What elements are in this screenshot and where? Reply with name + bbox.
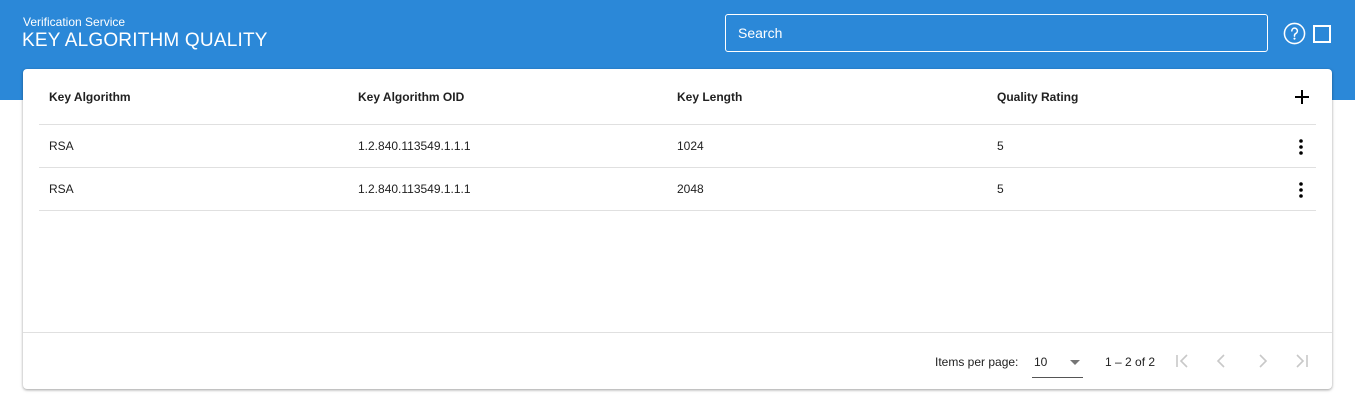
paginator: Items per page: 10 1 – 2 of 2 [23,332,1332,389]
cell-key-algorithm: RSA [49,139,74,153]
column-header-key-algorithm[interactable]: Key Algorithm [49,90,131,104]
more-vert-icon[interactable] [1291,137,1311,157]
previous-page-icon[interactable] [1213,352,1231,370]
cell-key-algorithm-oid: 1.2.840.113549.1.1.1 [358,139,471,153]
cell-quality-rating: 5 [997,182,1004,196]
plus-icon[interactable] [1292,87,1312,107]
table-row[interactable]: RSA 1.2.840.113549.1.1.1 2048 5 [39,168,1316,211]
page-title: KEY ALGORITHM QUALITY [22,30,268,51]
first-page-icon[interactable] [1173,352,1191,370]
items-per-page-select[interactable]: 10 [1032,347,1083,378]
table-header-row: Key Algorithm Key Algorithm OID Key Leng… [39,69,1316,125]
square-icon[interactable] [1313,25,1331,43]
cell-key-length: 2048 [677,182,704,196]
table-row[interactable]: RSA 1.2.840.113549.1.1.1 1024 5 [39,125,1316,168]
help-icon[interactable] [1283,22,1306,45]
column-header-key-algorithm-oid[interactable]: Key Algorithm OID [358,90,464,104]
items-per-page-value: 10 [1034,355,1048,369]
items-per-page-label: Items per page: [935,355,1019,369]
data-table-card: Key Algorithm Key Algorithm OID Key Leng… [23,69,1332,389]
more-vert-icon[interactable] [1291,180,1311,200]
last-page-icon[interactable] [1293,352,1311,370]
next-page-icon[interactable] [1253,352,1271,370]
search-input[interactable] [725,14,1268,52]
column-header-quality-rating[interactable]: Quality Rating [997,90,1078,104]
cell-key-length: 1024 [677,139,704,153]
cell-quality-rating: 5 [997,139,1004,153]
cell-key-algorithm-oid: 1.2.840.113549.1.1.1 [358,182,471,196]
page-range-label: 1 – 2 of 2 [1105,355,1156,369]
column-header-key-length[interactable]: Key Length [677,90,742,104]
dropdown-arrow-icon [1070,360,1080,365]
service-name: Verification Service [23,15,126,29]
cell-key-algorithm: RSA [49,182,74,196]
data-table: Key Algorithm Key Algorithm OID Key Leng… [39,69,1316,211]
